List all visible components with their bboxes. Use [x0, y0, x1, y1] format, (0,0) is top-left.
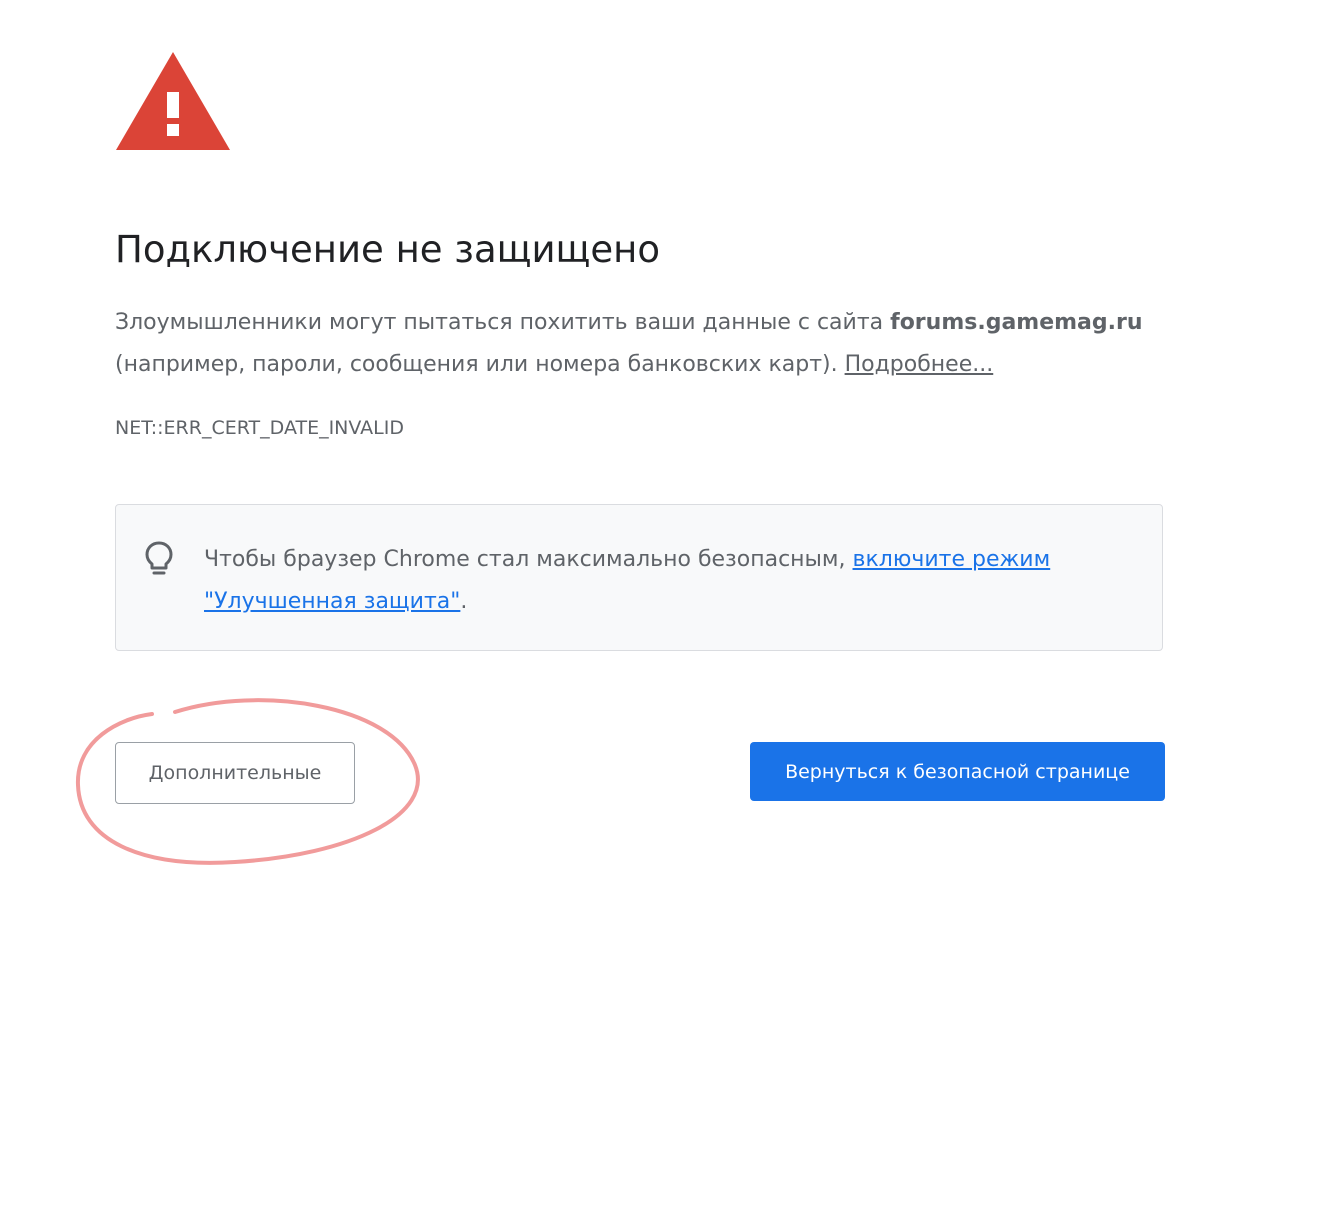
back-to-safety-button[interactable]: Вернуться к безопасной странице — [750, 742, 1165, 801]
page-title: Подключение не защищено — [115, 228, 660, 271]
main-message-text-after: (например, пароли, сообщения или номера … — [115, 352, 845, 377]
site-domain: forums.gamemag.ru — [890, 310, 1143, 335]
error-code: NET::ERR_CERT_DATE_INVALID — [115, 417, 404, 439]
warning-exclamation-bar — [167, 92, 179, 118]
warning-exclamation-dot — [167, 124, 179, 136]
lightbulb-icon — [145, 541, 173, 575]
warning-triangle-icon — [116, 52, 230, 150]
details-link[interactable]: Подробнее... — [845, 352, 994, 377]
enhanced-protection-tip: Чтобы браузер Chrome стал максимально бе… — [115, 504, 1163, 651]
tip-text-before: Чтобы браузер Chrome стал максимально бе… — [204, 547, 853, 572]
main-message-text-before: Злоумышленники могут пытаться похитить в… — [115, 310, 891, 335]
tip-text: Чтобы браузер Chrome стал максимально бе… — [204, 539, 1134, 623]
main-message: Злоумышленники могут пытаться похитить в… — [115, 302, 1195, 386]
tip-text-after: . — [460, 589, 468, 614]
advanced-button[interactable]: Дополнительные — [115, 742, 355, 804]
